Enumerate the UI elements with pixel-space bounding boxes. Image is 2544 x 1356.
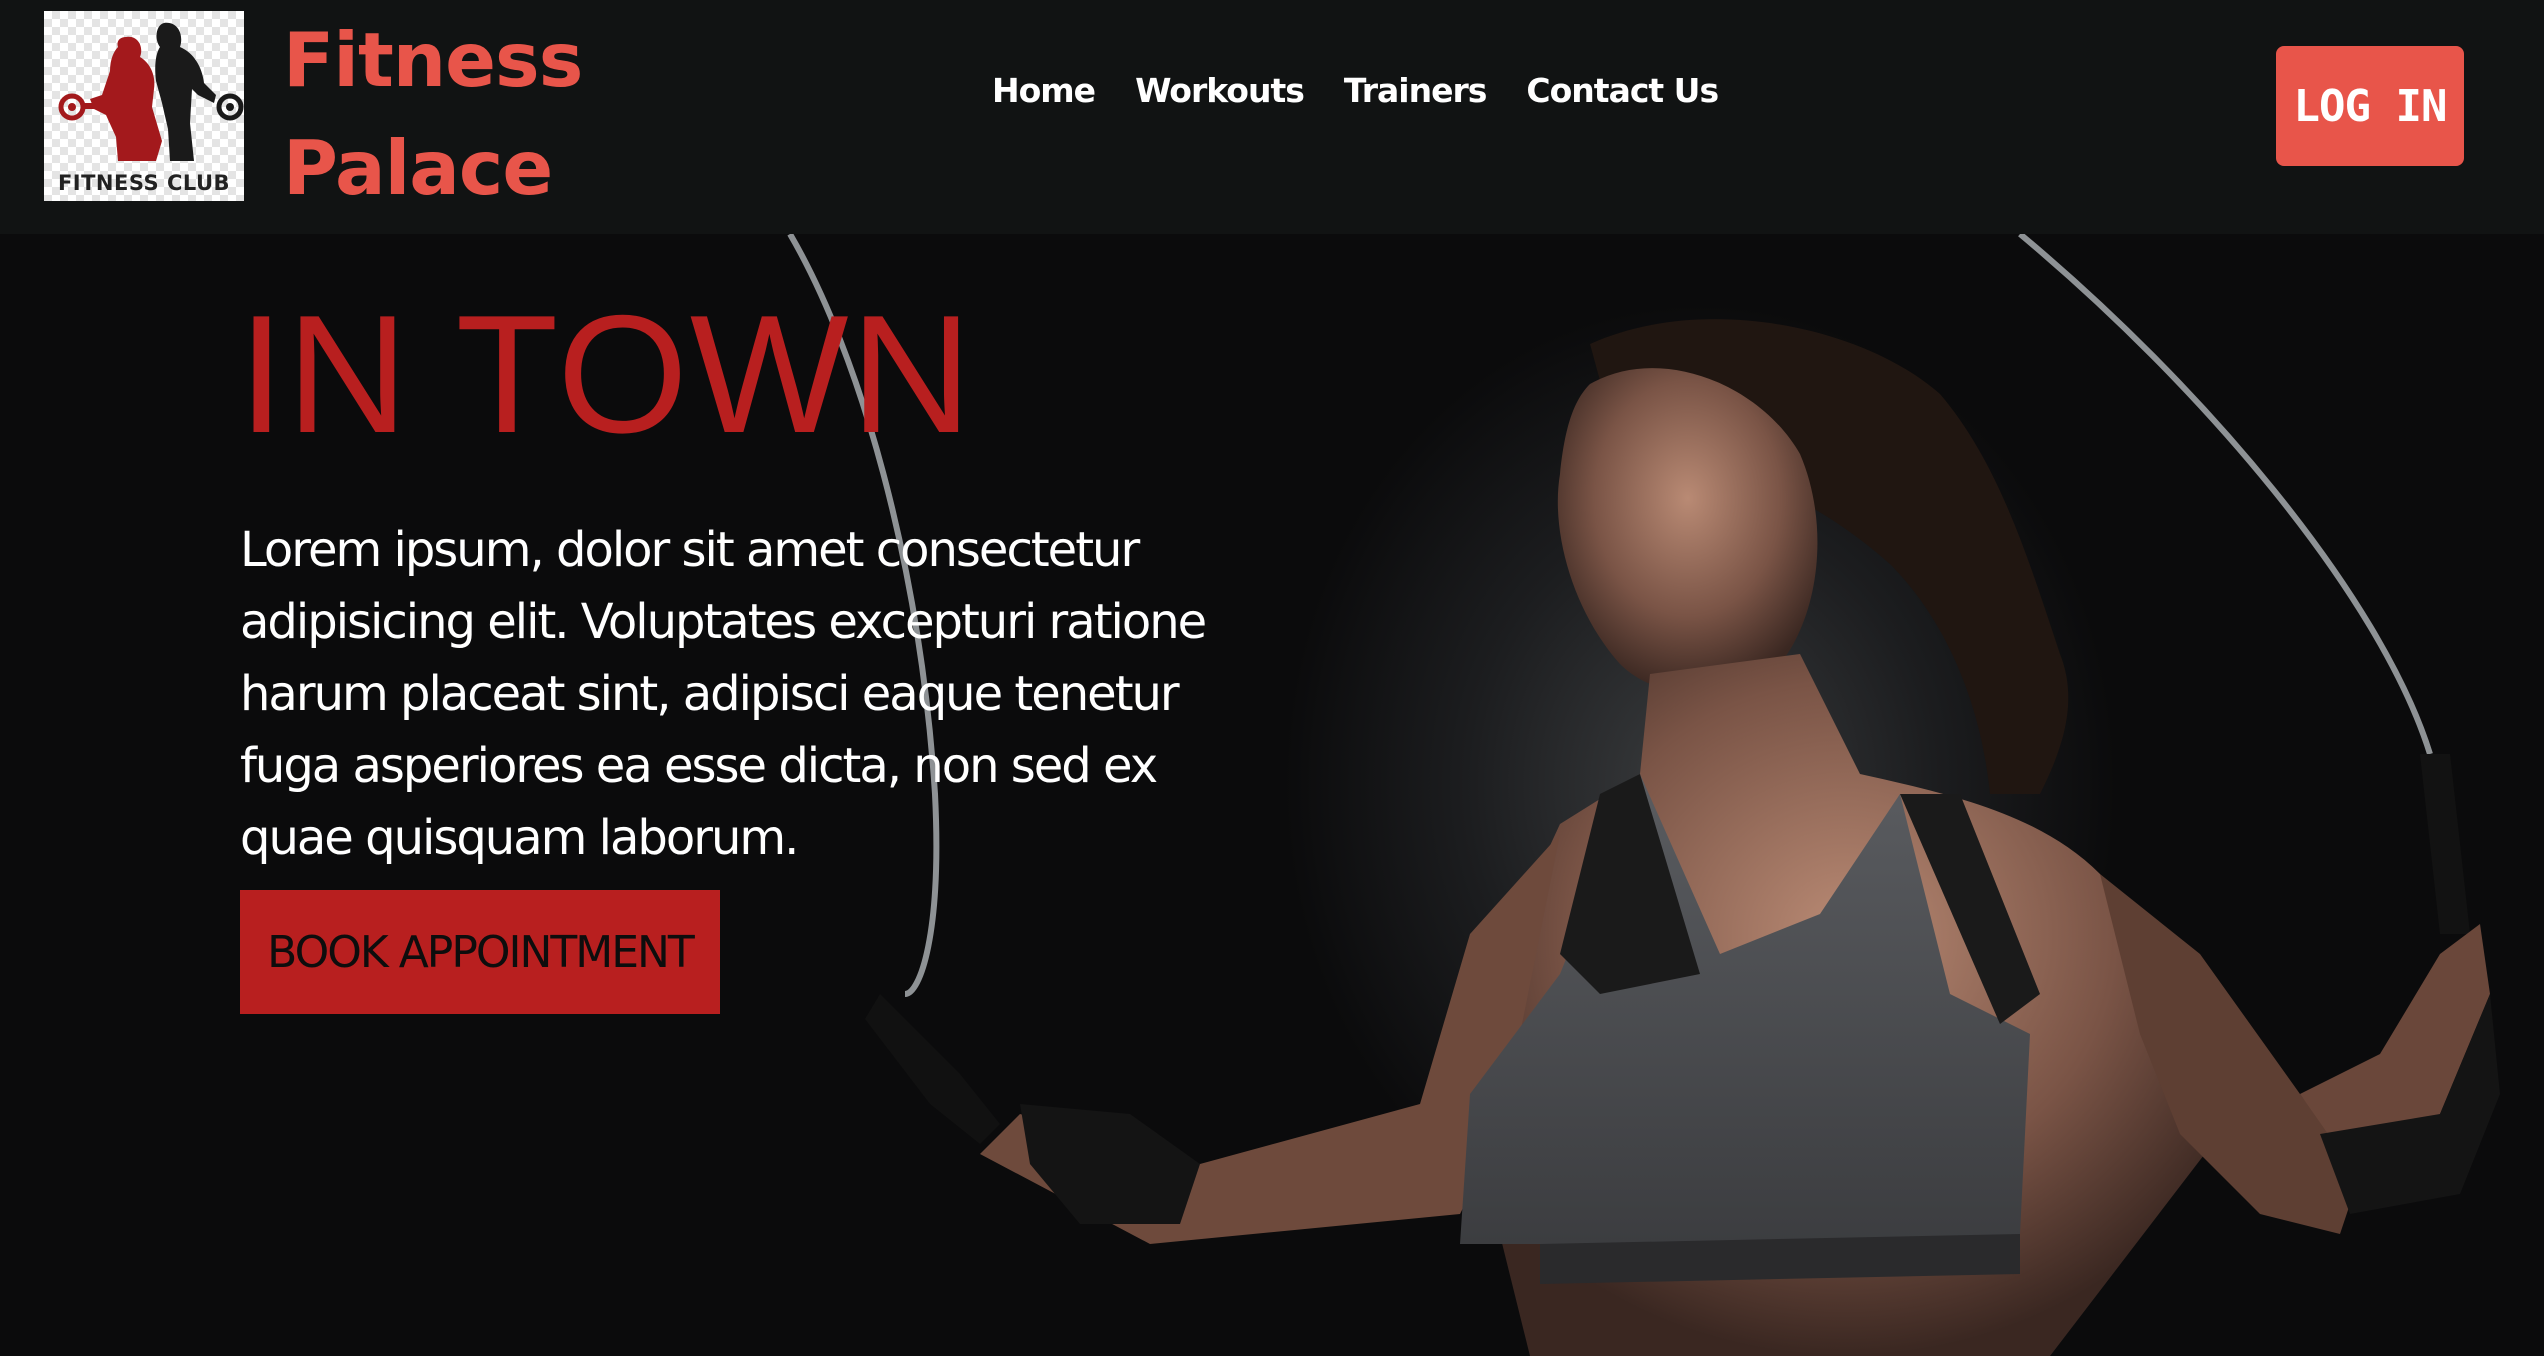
brand-line-1: Fitness	[283, 16, 583, 104]
hero-section: IN TOWN Lorem ipsum, dolor sit amet cons…	[0, 234, 2544, 1356]
nav-contact-us-link[interactable]: Contact Us	[1526, 66, 1719, 116]
nav-workouts-link[interactable]: Workouts	[1135, 66, 1305, 116]
hero-title: IN TOWN	[238, 280, 974, 468]
hero-description: Lorem ipsum, dolor sit amet consectetur …	[240, 522, 1207, 866]
brand-name[interactable]: Fitness Palace	[283, 6, 583, 222]
logo-caption: FITNESS CLUB	[57, 171, 231, 195]
login-button[interactable]: LOG IN	[2276, 46, 2464, 166]
brand-line-2: Palace	[283, 124, 553, 212]
main-nav: Home Workouts Trainers Contact Us	[992, 66, 1719, 116]
nav-trainers-link[interactable]: Trainers	[1344, 66, 1488, 116]
book-appointment-button[interactable]: BOOK APPOINTMENT	[240, 890, 720, 1014]
fitness-club-logo[interactable]: FITNESS CLUB	[44, 11, 244, 201]
site-header: FITNESS CLUB Fitness Palace Home Workout…	[0, 0, 2544, 234]
nav-home-link[interactable]: Home	[992, 66, 1096, 116]
